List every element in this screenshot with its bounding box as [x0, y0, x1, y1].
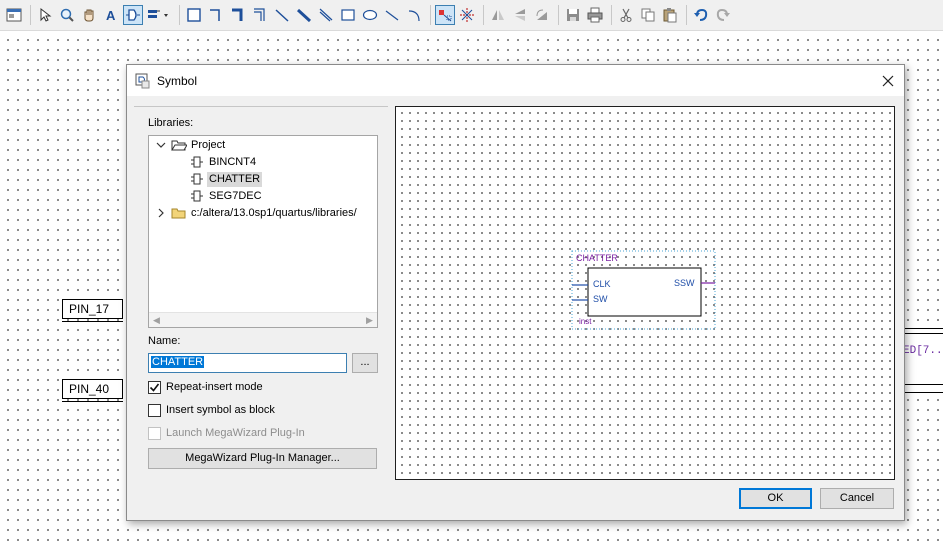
repeat-insert-checkbox[interactable] [148, 380, 161, 394]
print-icon[interactable] [585, 5, 605, 25]
zoom-tool-icon[interactable] [57, 5, 77, 25]
scroll-right-icon[interactable]: ▶ [362, 313, 377, 327]
launch-megawizard-checkbox [148, 426, 161, 440]
hand-tool-icon[interactable] [79, 5, 99, 25]
pin-label: PIN_17 [69, 302, 110, 316]
symbol-file-icon [189, 188, 205, 204]
toolbar-separator [430, 5, 431, 25]
input-pin-40[interactable]: PIN_40 [62, 379, 123, 402]
horizontal-scrollbar[interactable]: ◀ ▶ [149, 312, 377, 327]
symbol-dialog-icon [135, 73, 150, 88]
symbol-dialog: Symbol Libraries: Project BINCNT4 CHATTE… [126, 64, 905, 521]
tree-item-chatter[interactable]: CHATTER [189, 171, 263, 187]
close-icon[interactable] [878, 71, 898, 91]
input-pin-17[interactable]: PIN_17 [62, 299, 123, 322]
folder-icon [171, 205, 187, 221]
megawizard-manager-button[interactable]: MegaWizard Plug-In Manager... [148, 448, 377, 469]
tree-item-seg7dec[interactable]: SEG7DEC [189, 188, 264, 204]
copy-icon[interactable] [638, 5, 658, 25]
paste-icon[interactable] [660, 5, 680, 25]
name-input-value: CHATTER [151, 356, 205, 368]
flip-vertical-icon[interactable] [510, 5, 530, 25]
repeat-insert-label: Repeat-insert mode [166, 381, 263, 393]
tree-item-label: c:/altera/13.0sp1/quartus/libraries/ [191, 206, 357, 219]
flip-horizontal-icon[interactable] [488, 5, 508, 25]
symbol-body [587, 267, 702, 317]
toolbar-separator [686, 5, 687, 25]
pin-label: PIN_40 [69, 382, 110, 396]
orthogonal-bus-icon[interactable] [228, 5, 248, 25]
browse-button[interactable]: ... [352, 353, 378, 373]
led-pin-label: ED[7..0 [903, 345, 943, 357]
save-icon[interactable] [563, 5, 583, 25]
repeat-insert-checkbox-row[interactable]: Repeat-insert mode [148, 379, 263, 395]
dialog-titlebar[interactable]: Symbol [127, 65, 904, 96]
toolbar-separator [483, 5, 484, 25]
cancel-button[interactable]: Cancel [820, 488, 894, 509]
output-pin-led[interactable]: ED[7..0 [903, 328, 943, 393]
arc-tool-icon[interactable] [404, 5, 424, 25]
line-tool-icon[interactable] [382, 5, 402, 25]
ssw-port-label: SSW [674, 278, 695, 288]
toolbar-separator [179, 5, 180, 25]
orthogonal-node-icon[interactable] [206, 5, 226, 25]
rubberbanding-icon[interactable] [435, 5, 455, 25]
node-tool-icon[interactable] [272, 5, 292, 25]
insert-block-checkbox-row[interactable]: Insert symbol as block [148, 402, 275, 418]
sw-port-label: SW [593, 294, 608, 304]
rotate-icon[interactable] [532, 5, 552, 25]
libraries-label: Libraries: [148, 117, 194, 129]
instance-label: inst [579, 317, 592, 326]
name-input[interactable]: CHATTER [148, 353, 347, 373]
tree-item-project[interactable]: Project [153, 137, 227, 153]
insert-block-checkbox[interactable] [148, 403, 161, 417]
name-label: Name: [148, 335, 181, 347]
redo-icon[interactable] [713, 5, 733, 25]
toolbar-separator [30, 5, 31, 25]
symbol-tool-icon[interactable] [123, 5, 143, 25]
toolbar-separator [558, 5, 559, 25]
symbol-file-icon [189, 154, 205, 170]
symbol-file-icon [189, 171, 205, 187]
symbol-preview: CHATTER CLK SW SSW inst [395, 106, 895, 480]
conduit-tool-icon[interactable] [316, 5, 336, 25]
scroll-left-icon[interactable]: ◀ [149, 313, 164, 327]
tree-item-label: SEG7DEC [209, 189, 262, 202]
pin-tool-icon[interactable] [145, 5, 173, 25]
dialog-title: Symbol [157, 73, 198, 88]
tree-item-label: Project [191, 138, 226, 151]
selection-tool-icon[interactable] [35, 5, 55, 25]
library-tree[interactable]: Project BINCNT4 CHATTER SEG7DEC c:/alter… [148, 135, 378, 328]
tree-item-library-path[interactable]: c:/altera/13.0sp1/quartus/libraries/ [153, 205, 359, 221]
launch-megawizard-label: Launch MegaWizard Plug-In [166, 427, 305, 439]
chevron-down-icon[interactable] [153, 137, 169, 153]
block-tool-icon[interactable] [184, 5, 204, 25]
window-icon[interactable] [4, 5, 24, 25]
partial-line-select-icon[interactable] [457, 5, 477, 25]
divider [134, 106, 388, 107]
tree-item-label: BINCNT4 [209, 155, 257, 168]
chevron-right-icon[interactable] [153, 205, 169, 221]
orthogonal-conduit-icon[interactable] [250, 5, 270, 25]
text-tool-icon[interactable]: A [101, 5, 121, 25]
symbol-preview-graphic: CHATTER CLK SW SSW inst [571, 250, 716, 330]
tree-item-label: CHATTER [207, 171, 263, 187]
oval-tool-icon[interactable] [360, 5, 380, 25]
tree-item-bincnt4[interactable]: BINCNT4 [189, 154, 258, 170]
rectangle-tool-icon[interactable] [338, 5, 358, 25]
bus-tool-icon[interactable] [294, 5, 314, 25]
ok-button[interactable]: OK [739, 488, 812, 509]
cut-icon[interactable] [616, 5, 636, 25]
clk-port-label: CLK [593, 279, 611, 289]
toolbar-separator [611, 5, 612, 25]
toolbar: A [0, 0, 943, 31]
open-folder-icon [171, 137, 187, 153]
symbol-name-text: CHATTER [576, 253, 618, 263]
launch-megawizard-checkbox-row: Launch MegaWizard Plug-In [148, 425, 305, 441]
checkmark-icon [149, 383, 160, 392]
undo-icon[interactable] [691, 5, 711, 25]
insert-block-label: Insert symbol as block [166, 404, 275, 416]
svg-text:A: A [106, 8, 116, 23]
